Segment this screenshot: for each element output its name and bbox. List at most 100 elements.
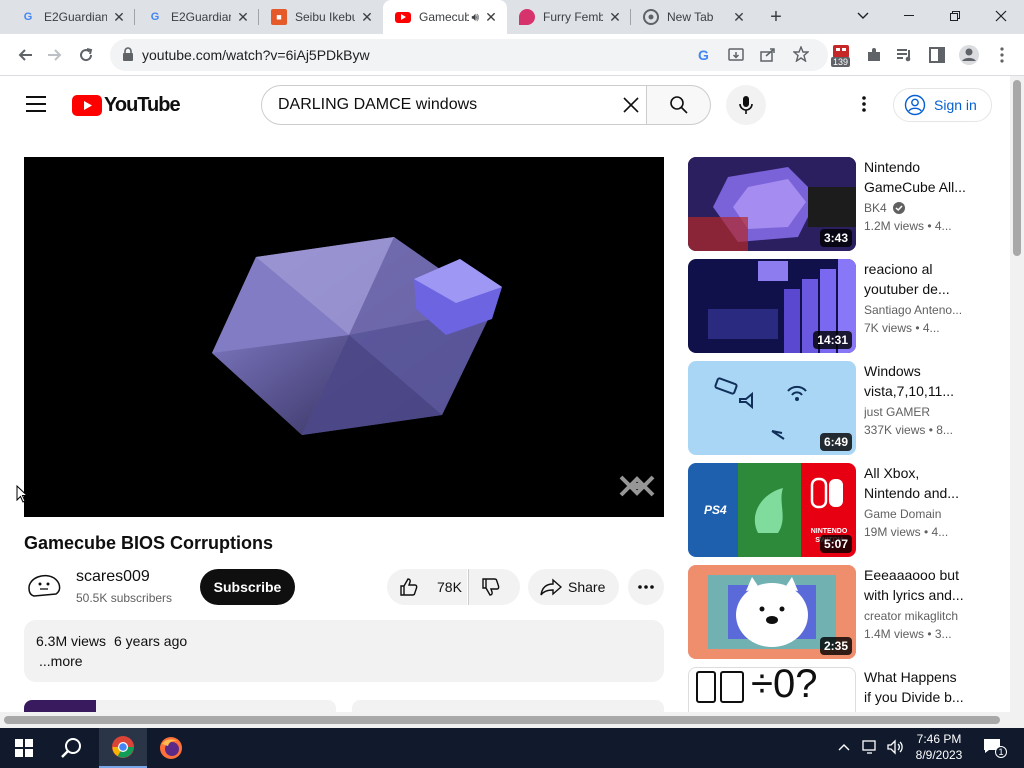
tab-new-tab[interactable]: New Tab ✕: [631, 0, 755, 34]
more-horizontal-icon: [638, 585, 654, 589]
more-actions-button[interactable]: [628, 569, 664, 605]
duration-badge: 2:35: [819, 637, 852, 655]
forward-button[interactable]: [42, 43, 66, 67]
recommendation-title[interactable]: What Happens if you Divide b...: [864, 667, 966, 707]
new-tab-button[interactable]: +: [764, 5, 788, 29]
dislike-button[interactable]: [468, 569, 520, 605]
tab-e2guardian-2[interactable]: G E2Guardian ✕: [135, 0, 259, 34]
thumbs-up-icon: [400, 578, 418, 596]
recommendation-meta: 337K views • 8...: [864, 423, 953, 437]
tab-label: E2Guardian: [44, 10, 107, 24]
chrome-icon: [112, 736, 134, 758]
recommendation-item[interactable]: 3:43 Nintendo GameCube All... BK4 1.2M v…: [688, 157, 988, 251]
tab-youtube-active[interactable]: Gamecube BIOS Corruptions 🔊︎ ✕: [383, 0, 507, 34]
media-controls-button[interactable]: [893, 43, 917, 67]
recommendation-item[interactable]: PS4 NINTENDO SWITCH 5:07 All Xbox, Ninte…: [688, 463, 988, 557]
voice-search-button[interactable]: [726, 85, 766, 125]
duration-badge: 14:31: [813, 331, 852, 349]
close-icon[interactable]: ✕: [731, 9, 747, 25]
recommendation-title[interactable]: Nintendo GameCube All...: [864, 157, 966, 197]
recommendation-title[interactable]: Eeeaaaooo but with lyrics and...: [864, 565, 966, 605]
hamburger-menu-button[interactable]: [26, 96, 46, 112]
chevron-up-icon: [838, 744, 850, 751]
search-input[interactable]: DARLING DAMCE windows: [278, 96, 477, 114]
tab-e2guardian-1[interactable]: G E2Guardian ✕: [0, 0, 135, 34]
video-player[interactable]: [24, 157, 664, 517]
video-frame: [212, 237, 655, 497]
close-icon[interactable]: ✕: [483, 9, 499, 25]
subscribe-button[interactable]: Subscribe: [200, 569, 295, 605]
recommendation-title[interactable]: reaciono al youtuber de...: [864, 259, 966, 299]
search-icon: [61, 738, 81, 758]
bookmark-star-icon[interactable]: [793, 46, 809, 62]
video-thumbnail[interactable]: ÷0?: [688, 667, 856, 712]
network-icon[interactable]: [862, 739, 880, 760]
scroll-thumb[interactable]: [4, 716, 1000, 724]
search-icon: [669, 96, 688, 114]
recommendation-item[interactable]: 2:35 Eeeaaaooo but with lyrics and... cr…: [688, 565, 988, 659]
restore-button[interactable]: [932, 0, 978, 32]
recommendation-channel: Game Domain: [864, 507, 942, 521]
video-thumbnail[interactable]: 14:31: [688, 259, 856, 353]
recommendation-item[interactable]: 14:31 reaciono al youtuber de... Santiag…: [688, 259, 988, 353]
channel-name[interactable]: scares009: [76, 568, 150, 586]
music-queue-icon: [897, 49, 911, 62]
vertical-scrollbar[interactable]: [1010, 76, 1024, 728]
tab-seibu[interactable]: ■ Seibu Ikebukuro ✕: [259, 0, 383, 34]
tab-furry[interactable]: Furry Femboy ✕: [507, 0, 631, 34]
close-icon[interactable]: ✕: [359, 9, 375, 25]
youtube-logo[interactable]: YouTube: [72, 94, 181, 116]
show-more-link[interactable]: ...more: [39, 653, 83, 669]
video-thumbnail[interactable]: PS4 NINTENDO SWITCH 5:07: [688, 463, 856, 557]
install-icon[interactable]: [728, 47, 744, 63]
video-thumbnail[interactable]: 2:35: [688, 565, 856, 659]
menu-icon: [26, 96, 46, 112]
browser-menu-button[interactable]: [990, 43, 1014, 67]
chrome-taskbar-button[interactable]: [99, 728, 147, 768]
extensions-button[interactable]: [862, 43, 886, 67]
notification-center-button[interactable]: 1: [983, 738, 1007, 758]
extension-calendar-button[interactable]: 139: [829, 43, 853, 67]
volume-icon[interactable]: [886, 739, 904, 760]
video-thumbnail[interactable]: 6:49: [688, 361, 856, 455]
side-panel-button[interactable]: [925, 43, 949, 67]
search-box[interactable]: DARLING DAMCE windows: [261, 85, 647, 125]
recommendation-channel: just GAMER: [864, 405, 931, 419]
scroll-thumb[interactable]: [1013, 80, 1021, 256]
back-button[interactable]: [14, 43, 38, 67]
watermark-icon: [619, 475, 655, 497]
address-bar[interactable]: youtube.com/watch?v=6iAj5PDkByw G: [110, 39, 828, 71]
horizontal-scrollbar[interactable]: [0, 712, 1010, 728]
profile-button[interactable]: [957, 43, 981, 67]
channel-avatar[interactable]: [24, 566, 64, 606]
recommendation-title[interactable]: Windows vista,7,10,11...: [864, 361, 966, 401]
recommendation-item[interactable]: ÷0? What Happens if you Divide b...: [688, 667, 988, 712]
close-window-button[interactable]: [978, 0, 1024, 32]
show-hidden-icons-button[interactable]: [838, 740, 850, 754]
speaker-icon[interactable]: 🔊︎: [471, 10, 479, 25]
like-button[interactable]: 78K: [387, 569, 467, 605]
firefox-taskbar-button[interactable]: [147, 728, 195, 768]
close-icon[interactable]: ✕: [111, 9, 127, 25]
recommendation-item[interactable]: 6:49 Windows vista,7,10,11... just GAMER…: [688, 361, 988, 455]
google-lens-icon[interactable]: G: [698, 47, 709, 63]
search-taskbar-button[interactable]: [48, 728, 96, 768]
puzzle-icon: [868, 48, 880, 61]
close-icon[interactable]: ✕: [607, 9, 623, 25]
system-clock[interactable]: 7:46 PM 8/9/2023: [910, 731, 968, 763]
sign-in-button[interactable]: Sign in: [893, 88, 992, 122]
close-icon[interactable]: ✕: [235, 9, 251, 25]
settings-menu-button[interactable]: [862, 96, 866, 117]
recommendation-title[interactable]: All Xbox, Nintendo and...: [864, 463, 966, 503]
tab-search-button[interactable]: [840, 0, 886, 32]
clear-search-icon[interactable]: [622, 96, 640, 114]
share-button[interactable]: Share: [528, 569, 619, 605]
start-button[interactable]: [0, 728, 48, 768]
firefox-icon: [160, 737, 182, 759]
video-thumbnail[interactable]: 3:43: [688, 157, 856, 251]
reload-button[interactable]: [74, 43, 98, 67]
share-icon[interactable]: [760, 47, 776, 63]
description-box[interactable]: 6.3M views 6 years ago ...more: [24, 620, 664, 682]
minimize-button[interactable]: [886, 0, 932, 32]
search-button[interactable]: [647, 85, 711, 125]
